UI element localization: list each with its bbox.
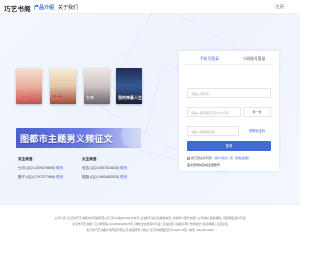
editor-qq: (QQ:1209476895) (26, 166, 56, 170)
footer-line: 公司介绍 | 北京市巧艺书阁文化传媒有限公司 京ICP备2021012345号 … (54, 216, 246, 220)
editor-qq: (QQ:1063483533) (90, 175, 120, 179)
agree-text: 我已阅读并同意 (191, 156, 213, 160)
editor-name: 陌陌 (82, 175, 90, 179)
contact-link[interactable]: 联系 (56, 166, 63, 170)
agree-checkbox[interactable] (187, 156, 190, 160)
agreement-link[interactable]: 《用户协议》和《隐私政策》 (212, 156, 251, 160)
channel-heading: 女生频道: (82, 157, 98, 161)
editor-line: 橙子 (QQ:2797377968) 联系 (18, 175, 63, 180)
book-title: 天命 (52, 95, 63, 101)
book-title: 女帝 (86, 95, 94, 100)
footer-line: 北京市巧艺书阁文化传媒有限公司 版权所有 | 地址: 北京市朝阳区望京SOHO … (86, 228, 214, 232)
banner-title: 图都市主题男义频征文 (20, 134, 114, 144)
editor-line: 陌陌 (QQ:1063483533) 联系 (82, 175, 127, 180)
channel-heading: 男生频道: (18, 157, 34, 161)
login-button[interactable]: 登录 (187, 141, 271, 151)
register-hint: 首次登录将自动注册账号 (187, 163, 221, 167)
contact-link[interactable]: 联系 (120, 166, 127, 170)
site-logo[interactable]: 巧艺书阁 (4, 3, 31, 13)
editors-female: 女生频道: 安吉 (QQ:2557624818) 联系 陌陌 (QQ:10634… (82, 157, 127, 184)
book-cover-1[interactable]: 宁安 (16, 68, 42, 104)
sms-code-input[interactable]: 请输入短信验证码 (187, 126, 239, 136)
contest-banner[interactable]: 图都市主题男义频征文 (16, 128, 141, 148)
captcha-input[interactable]: 请输入验证码(不区分大小写) (187, 107, 241, 117)
tab-divider (185, 64, 273, 65)
editor-qq: (QQ:2797377968) (26, 175, 56, 179)
tab-account-login[interactable]: IT码账号登录 (243, 57, 265, 62)
editor-name: 安吉 (82, 166, 90, 170)
agreement-row: 我已阅读并同意《用户协议》和《隐私政策》 (187, 156, 251, 160)
phone-input[interactable]: 请输入手机号 (187, 88, 271, 98)
contact-link[interactable]: 联系 (120, 175, 127, 179)
editors-male: 男生频道: 七月 (QQ:1209476895) 联系 橙子 (QQ:27973… (18, 157, 63, 184)
editor-qq: (QQ:2557624818) (90, 166, 120, 170)
book-cover-2[interactable]: 天命 (50, 68, 76, 104)
book-title: 宁安 (18, 95, 26, 100)
register-link[interactable]: 注册 (275, 4, 284, 10)
editor-name: 橙子 (18, 175, 26, 179)
captcha-refresh-button[interactable]: 换一张 (243, 107, 271, 117)
editor-line: 安吉 (QQ:2557624818) 联系 (82, 166, 127, 171)
login-panel: 手机号登录 IT码账号登录 请输入手机号 请输入验证码(不区分大小写) 换一张 … (179, 51, 279, 171)
editor-line: 七月 (QQ:1209476895) 联系 (18, 166, 63, 171)
editor-name: 七月 (18, 166, 26, 170)
book-cover-3[interactable]: 女帝 (84, 68, 110, 104)
nav-products[interactable]: 产品介绍 (34, 4, 55, 15)
book-title: 我的神豪人生 (118, 95, 142, 100)
top-header: 巧艺书阁 产品介绍 关于我们 注册 (0, 0, 300, 15)
get-code-button[interactable]: 获取验证码 (243, 126, 271, 136)
footer-line: 北京市巧艺书阁 | 京公网安备 11010502045678号 | 网络文化经营… (72, 222, 228, 226)
page-footer: 公司介绍 | 北京市巧艺书阁文化传媒有限公司 京ICP备2021012345号 … (0, 204, 300, 260)
book-cover-4[interactable]: 我的神豪人生 (116, 68, 142, 104)
tab-phone-login[interactable]: 手机号登录 (198, 57, 221, 65)
contact-link[interactable]: 联系 (56, 175, 63, 179)
nav-about[interactable]: 关于我们 (58, 4, 78, 11)
